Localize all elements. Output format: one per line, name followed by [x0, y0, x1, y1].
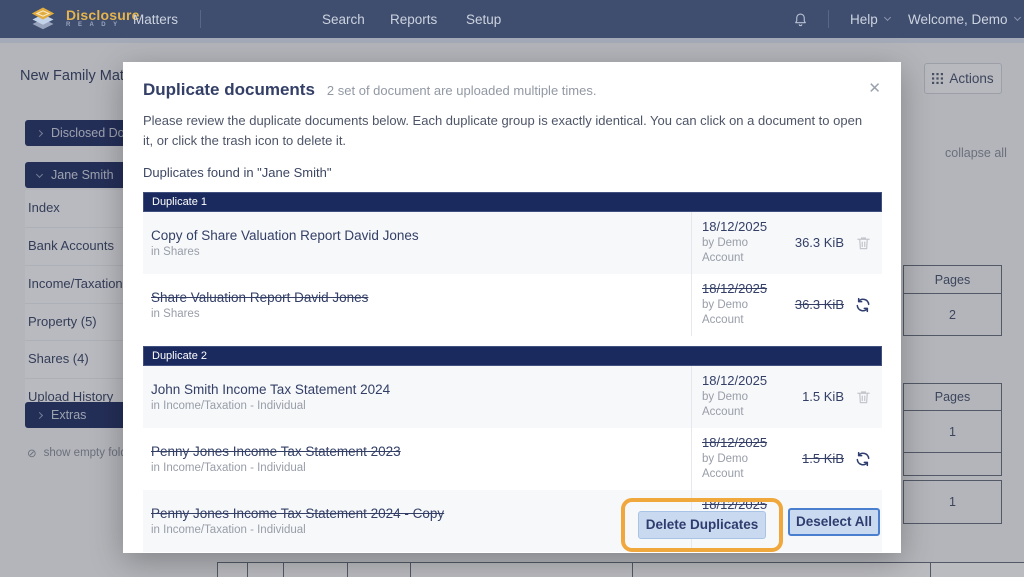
document-size: 36.3 KiB: [786, 274, 844, 336]
highlight-annotation: Delete Duplicates: [621, 498, 783, 552]
document-row[interactable]: Copy of Share Valuation Report David Jon…: [143, 212, 882, 274]
restore-icon[interactable]: [844, 274, 882, 336]
delete-duplicates-button[interactable]: Delete Duplicates: [638, 511, 766, 539]
welcome-label: Welcome, Demo: [908, 12, 1008, 27]
document-meta: 18/12/2025 by Demo Account: [691, 212, 786, 274]
document-meta: 18/12/2025 by Demo Account: [691, 428, 786, 490]
nav-item-matters[interactable]: Matters: [133, 0, 178, 38]
nav-menu-user[interactable]: Welcome, Demo: [908, 0, 1020, 38]
document-row[interactable]: John Smith Income Tax Statement 2024 in …: [143, 366, 882, 428]
trash-icon[interactable]: [844, 212, 882, 274]
document-date: 18/12/2025: [702, 373, 782, 390]
document-date: 18/12/2025: [702, 281, 782, 298]
document-info: John Smith Income Tax Statement 2024 in …: [143, 366, 691, 428]
document-uploader: by Demo: [702, 390, 782, 406]
nav-divider: [200, 10, 201, 28]
document-date: 18/12/2025: [702, 219, 782, 236]
duplicate-group-header: Duplicate 2: [143, 346, 882, 366]
document-name: Share Valuation Report David Jones: [151, 290, 681, 305]
document-location: in Shares: [151, 308, 681, 320]
deselect-all-button[interactable]: Deselect All: [788, 508, 880, 536]
app-window: New Family Matte Disclosed Doc Jane Smit…: [0, 0, 1024, 577]
document-size: 1.5 KiB: [786, 428, 844, 490]
document-name: John Smith Income Tax Statement 2024: [151, 382, 681, 397]
document-info: Penny Jones Income Tax Statement 2024 - …: [143, 490, 691, 552]
document-name: Penny Jones Income Tax Statement 2024 - …: [151, 506, 681, 521]
document-meta: 18/12/2025 by Demo Account: [691, 274, 786, 336]
document-uploader: Account: [702, 313, 782, 329]
brand-logo[interactable]: Disclosure R E A D Y: [28, 3, 140, 33]
help-label: Help: [850, 12, 878, 27]
document-row[interactable]: Penny Jones Income Tax Statement 2023 in…: [143, 428, 882, 490]
document-name: Penny Jones Income Tax Statement 2023: [151, 444, 681, 459]
nav-menu-help[interactable]: Help: [850, 0, 890, 38]
nav-divider: [828, 10, 829, 28]
document-uploader: Account: [702, 405, 782, 421]
document-meta: 18/12/2025 by Demo Account: [691, 366, 786, 428]
duplicate-group-header: Duplicate 1: [143, 192, 882, 212]
modal-description: Please review the duplicate documents be…: [143, 111, 882, 150]
document-info: Copy of Share Valuation Report David Jon…: [143, 212, 691, 274]
document-location: in Income/Taxation - Individual: [151, 400, 681, 412]
modal-footer: Delete Duplicates Deselect All: [621, 498, 880, 545]
document-location: in Income/Taxation - Individual: [151, 524, 681, 536]
document-uploader: by Demo: [702, 452, 782, 468]
chevron-down-icon: [884, 14, 891, 21]
document-uploader: by Demo: [702, 236, 782, 252]
document-row[interactable]: Share Valuation Report David Jones in Sh…: [143, 274, 882, 336]
modal-title: Duplicate documents: [143, 80, 315, 100]
trash-icon[interactable]: [844, 366, 882, 428]
modal-subtitle: 2 set of document are uploaded multiple …: [327, 83, 597, 98]
document-uploader: Account: [702, 467, 782, 483]
document-uploader: by Demo: [702, 298, 782, 314]
nav-item-reports[interactable]: Reports: [390, 0, 437, 38]
chevron-down-icon: [1013, 14, 1020, 21]
document-location: in Shares: [151, 246, 681, 258]
close-icon[interactable]: ✕: [864, 75, 885, 101]
duplicate-documents-modal: Duplicate documents 2 set of document ar…: [123, 62, 901, 553]
duplicate-group-1: Duplicate 1 Copy of Share Valuation Repo…: [143, 192, 882, 336]
disclosure-logo-icon: [28, 3, 58, 33]
duplicates-found-in-label: Duplicates found in "Jane Smith": [143, 165, 882, 180]
restore-icon[interactable]: [844, 428, 882, 490]
document-uploader: Account: [702, 251, 782, 267]
modal-header: Duplicate documents 2 set of document ar…: [143, 80, 882, 100]
top-navbar: Disclosure R E A D Y Matters Search Repo…: [0, 0, 1024, 38]
document-info: Penny Jones Income Tax Statement 2023 in…: [143, 428, 691, 490]
notifications-bell-icon[interactable]: [793, 0, 808, 38]
nav-item-search[interactable]: Search: [322, 0, 365, 38]
document-size: 36.3 KiB: [786, 212, 844, 274]
document-name: Copy of Share Valuation Report David Jon…: [151, 228, 681, 243]
document-date: 18/12/2025: [702, 435, 782, 452]
document-size: 1.5 KiB: [786, 366, 844, 428]
brand-name: Disclosure: [66, 9, 140, 22]
document-info: Share Valuation Report David Jones in Sh…: [143, 274, 691, 336]
nav-item-setup[interactable]: Setup: [466, 0, 501, 38]
document-location: in Income/Taxation - Individual: [151, 462, 681, 474]
